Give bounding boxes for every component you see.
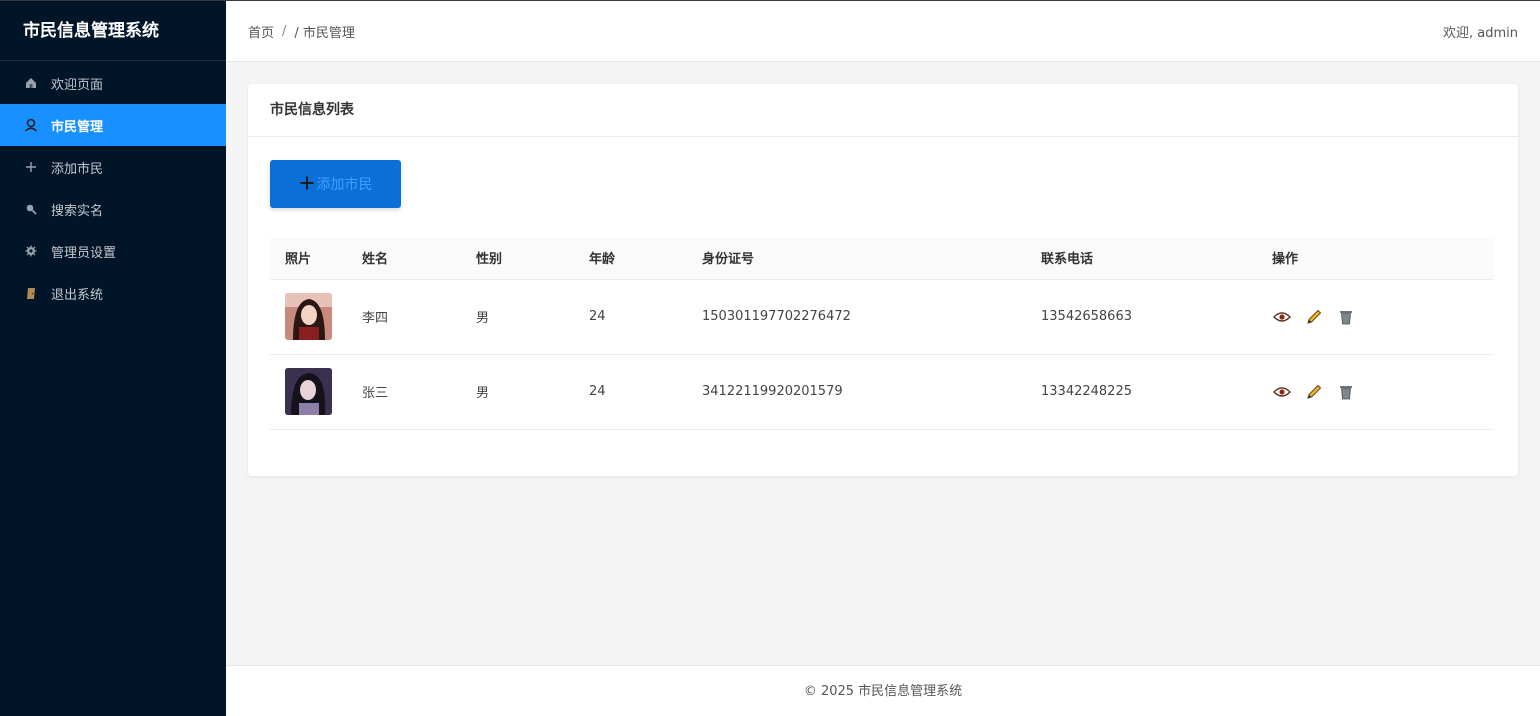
- cell-photo: [270, 354, 347, 430]
- cell-photo: [270, 279, 347, 355]
- sidebar-item-add-citizen[interactable]: 添加市民: [0, 146, 226, 188]
- breadcrumb-separator: /: [282, 23, 287, 39]
- sidebar-item-citizen-management[interactable]: 市民管理: [0, 104, 226, 146]
- delete-icon[interactable]: [1336, 307, 1355, 326]
- sidebar: 市民信息管理系统 欢迎页面 市民管理 添加市民 搜索实名 管理员设置 退出系统: [0, 0, 226, 716]
- sidebar-item-logout[interactable]: 退出系统: [0, 272, 226, 314]
- add-citizen-button[interactable]: 添加市民: [270, 160, 401, 208]
- cell-gender: 男: [461, 279, 574, 355]
- view-icon[interactable]: [1272, 307, 1291, 326]
- column-header-actions: 操作: [1257, 237, 1494, 280]
- app-title: 市民信息管理系统: [0, 1, 226, 61]
- table-row: 张三 男 24 34122119920201579 13342248225: [270, 354, 1494, 430]
- top-bar: 首页 / / 市民管理 欢迎, admin: [226, 0, 1540, 62]
- table-header-row: 照片 姓名 性别 年龄 身份证号 联系电话 操作: [270, 237, 1494, 280]
- breadcrumb: 首页 / / 市民管理: [248, 22, 355, 41]
- cell-id-number: 34122119920201579: [687, 354, 1026, 430]
- column-header-phone: 联系电话: [1026, 237, 1257, 280]
- sidebar-item-label: 添加市民: [51, 161, 104, 177]
- edit-icon[interactable]: [1304, 307, 1323, 326]
- sidebar-item-welcome[interactable]: 欢迎页面: [0, 62, 226, 104]
- cell-actions: [1257, 354, 1494, 430]
- sidebar-item-label: 欢迎页面: [51, 77, 104, 93]
- column-header-photo: 照片: [270, 237, 347, 280]
- footer: © 2025 市民信息管理系统: [226, 665, 1540, 716]
- cell-phone: 13542658663: [1026, 279, 1257, 355]
- sidebar-menu: 欢迎页面 市民管理 添加市民 搜索实名 管理员设置 退出系统: [0, 62, 226, 314]
- delete-icon[interactable]: [1336, 382, 1355, 401]
- view-icon[interactable]: [1272, 382, 1291, 401]
- breadcrumb-current: / 市民管理: [294, 25, 355, 41]
- table-row: 李四 男 24 150301197702276472 13542658663: [270, 279, 1494, 355]
- card-title: 市民信息列表: [248, 84, 1518, 137]
- add-citizen-button-label: 添加市民: [316, 177, 373, 193]
- cell-gender: 男: [461, 354, 574, 430]
- cell-phone: 13342248225: [1026, 354, 1257, 430]
- sidebar-item-search[interactable]: 搜索实名: [0, 188, 226, 230]
- sidebar-item-label: 搜索实名: [51, 203, 104, 219]
- plus-icon: [299, 174, 315, 194]
- citizen-list-card: 市民信息列表 添加市民 照片 姓名 性别 年龄 身份证号 联系电话 操作 李四 …: [248, 84, 1518, 476]
- column-header-age: 年龄: [574, 237, 687, 280]
- gear-icon: [24, 244, 38, 258]
- user-icon: [24, 118, 38, 132]
- search-icon: [24, 202, 38, 216]
- column-header-name: 姓名: [347, 237, 461, 280]
- cell-id-number: 150301197702276472: [687, 279, 1026, 355]
- cell-name: 李四: [347, 279, 461, 355]
- sidebar-item-label: 退出系统: [51, 287, 104, 303]
- column-header-gender: 性别: [461, 237, 574, 280]
- avatar-photo: [285, 368, 332, 415]
- sidebar-item-label: 管理员设置: [51, 245, 117, 261]
- sidebar-item-label: 市民管理: [51, 119, 104, 135]
- cell-name: 张三: [347, 354, 461, 430]
- welcome-text: 欢迎, admin: [1443, 25, 1518, 41]
- door-icon: [24, 286, 38, 300]
- cell-age: 24: [574, 354, 687, 430]
- avatar-photo: [285, 293, 332, 340]
- plus-icon: [24, 160, 38, 174]
- home-icon: [24, 76, 38, 90]
- breadcrumb-home-link[interactable]: 首页: [248, 22, 274, 41]
- citizen-table: 照片 姓名 性别 年龄 身份证号 联系电话 操作 李四 男 24 1503011…: [270, 237, 1494, 430]
- column-header-id-number: 身份证号: [687, 237, 1026, 280]
- sidebar-item-admin-settings[interactable]: 管理员设置: [0, 230, 226, 272]
- edit-icon[interactable]: [1304, 382, 1323, 401]
- cell-actions: [1257, 279, 1494, 355]
- cell-age: 24: [574, 279, 687, 355]
